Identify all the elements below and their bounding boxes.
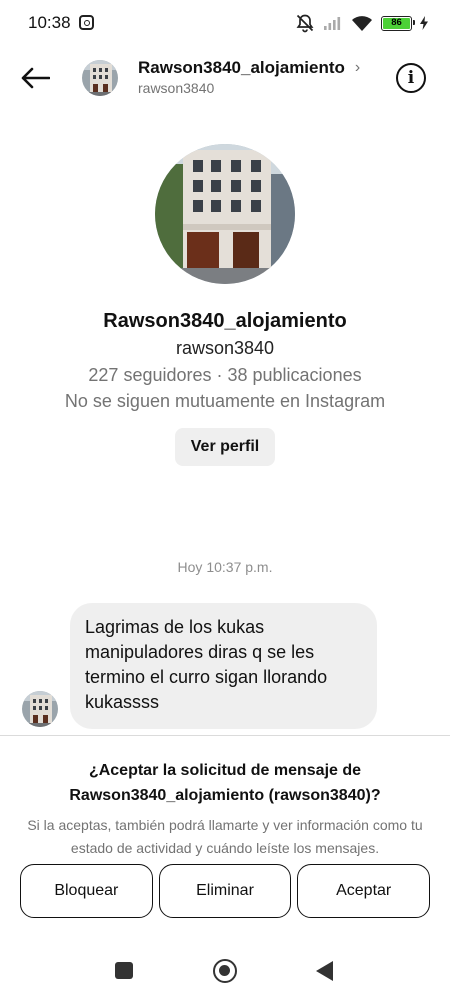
chat-header: Rawson3840_alojamiento › rawson3840 i (0, 52, 450, 104)
divider (0, 735, 450, 736)
instagram-notification-icon (79, 15, 94, 30)
profile-avatar[interactable] (155, 144, 295, 284)
profile-stats: 227 seguidores · 38 publicaciones (88, 365, 362, 385)
wifi-icon (352, 15, 372, 31)
status-icons: 86 (295, 13, 428, 33)
profile-name: Rawson3840_alojamiento (103, 310, 347, 332)
status-bar: 10:38 86 (0, 0, 450, 46)
charging-icon (420, 16, 428, 30)
building-photo-image (155, 144, 295, 284)
header-name-text: Rawson3840_alojamiento (138, 58, 345, 77)
message-bubble[interactable]: Lagrimas de los kukas manipuladores dira… (70, 603, 377, 729)
recents-icon[interactable] (115, 962, 133, 979)
message-sender-avatar[interactable] (22, 691, 58, 727)
request-description: Si la aceptas, también podrá llamarte y … (27, 817, 423, 856)
block-button[interactable]: Bloquear (20, 864, 153, 918)
header-title: Rawson3840_alojamiento › (138, 58, 360, 78)
back-arrow-icon (21, 67, 50, 89)
header-title-block[interactable]: Rawson3840_alojamiento › rawson3840 (138, 58, 360, 96)
battery-icon: 86 (381, 15, 415, 31)
info-button[interactable]: i (396, 63, 426, 93)
accept-button[interactable]: Aceptar (297, 864, 431, 918)
header-avatar[interactable] (82, 60, 118, 96)
back-button[interactable] (18, 64, 52, 92)
back-triangle-icon[interactable] (316, 961, 333, 981)
home-icon[interactable] (213, 959, 237, 983)
profile-handle: rawson3840 (175, 338, 275, 358)
building-avatar-image (22, 691, 58, 727)
battery-level: 86 (383, 17, 410, 29)
building-avatar-image (82, 60, 118, 96)
request-actions: Bloquear Eliminar Aceptar (20, 864, 431, 918)
signal-icon (324, 17, 341, 30)
status-time: 10:38 (28, 13, 71, 32)
profile-mutual-status: No se siguen mutuamente en Instagram (64, 391, 386, 411)
chevron-right-icon: › (354, 59, 361, 76)
profile-card: Rawson3840_alojamiento rawson3840 227 se… (0, 144, 450, 466)
header-username: rawson3840 (138, 80, 215, 96)
info-icon: i (407, 68, 415, 88)
message-timestamp: Hoy 10:37 p.m. (177, 559, 273, 575)
delete-button[interactable]: Eliminar (158, 864, 292, 918)
message-request-panel: ¿Aceptar la solicitud de mensaje de Raws… (0, 758, 450, 860)
view-profile-button[interactable]: Ver perfil (174, 428, 276, 466)
mute-icon (296, 14, 314, 33)
system-navigation-bar (0, 950, 450, 990)
request-title: ¿Aceptar la solicitud de mensaje de Raws… (69, 762, 381, 804)
